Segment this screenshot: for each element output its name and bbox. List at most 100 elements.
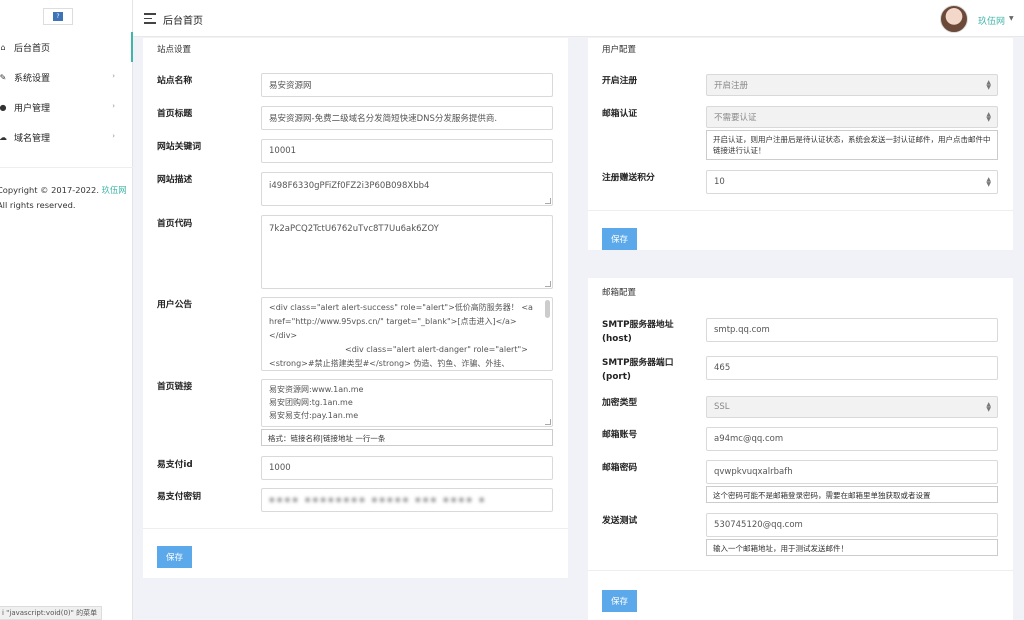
sidebar-item-label: 域名管理 — [14, 133, 51, 144]
site-settings-title: 站点设置 — [157, 45, 192, 55]
smtp-host-label: SMTP服务器地址 (host) — [602, 318, 674, 346]
pay-id-label: 易支付id — [157, 460, 193, 470]
description-textarea[interactable]: i498F6330gPFiZf0FZ2i3P60B098Xbb4 — [261, 172, 553, 206]
mail-settings-panel: 邮箱配置 SMTP服务器地址 (host) smtp.qq.com SMTP服务器… — [588, 278, 1013, 620]
sidebar-item-0[interactable]: ⌂ 后台首页 — [0, 32, 133, 62]
user-save-button[interactable]: 保存 — [602, 228, 637, 250]
home-title-input[interactable]: 易安资源网-免费二级域名分发简短快速DNS分发服务提供商. — [261, 106, 553, 130]
user-icon: ● — [0, 102, 7, 112]
status-bar-url: i "javascript:void(0)" 的菜单 — [0, 606, 103, 620]
test-label: 发送测试 — [602, 516, 638, 526]
resize-handle[interactable] — [545, 198, 551, 204]
home-icon: ⌂ — [0, 42, 6, 52]
stepper-arrows-icon[interactable]: ▲ ▼ — [986, 177, 991, 188]
link-line: 易安资源网:www.1an.me — [269, 385, 364, 394]
points-label: 注册赠送积分 — [602, 173, 655, 183]
panel-footer-divider — [588, 210, 1013, 211]
encrypt-value: SSL — [714, 402, 730, 412]
avatar[interactable] — [940, 5, 968, 33]
sidebar-item-3[interactable]: ☁ 域名管理 › — [0, 122, 133, 152]
code-label: 首页代码 — [157, 219, 193, 229]
link-line: 易安团购网:tg.1an.me — [269, 398, 353, 407]
menu-toggle-icon[interactable] — [144, 13, 156, 27]
pay-key-value: ▪▪▪▪ ▪▪▪▪▪▪▪▪ ▪▪▪▪▪ ▪▪▪ ▪▪▪▪ ▪ — [269, 495, 487, 505]
pay-id-input[interactable]: 1000 — [261, 456, 553, 480]
smtp-host-value: smtp.qq.com — [714, 325, 770, 335]
palette-icon: ✎ — [0, 72, 7, 82]
description-value: i498F6330gPFiZf0FZ2i3P60B098Xbb4 — [269, 181, 430, 191]
mail-settings-title: 邮箱配置 — [602, 288, 637, 298]
cloud-icon: ☁ — [0, 132, 7, 142]
site-name-input[interactable]: 易安资源网 — [261, 73, 553, 97]
account-value: a94mc@qq.com — [714, 434, 784, 444]
code-textarea[interactable]: 7k2aPCQ2TctU6762uTvc8T7Uu6ak6ZOY — [261, 215, 553, 289]
user-settings-panel: 用户配置 开启注册 开启注册 ▲ ▼ 邮箱认证 不需要认证 ▲ ▼ 开启认证，则用户注册… — [588, 38, 1013, 250]
notice-line: </div> — [269, 331, 298, 340]
copyright-brand-link[interactable]: 玖伍网 — [102, 185, 127, 195]
account-input[interactable]: a94mc@qq.com — [706, 427, 998, 451]
register-select[interactable]: 开启注册 ▲ ▼ — [706, 74, 998, 96]
pay-id-value: 1000 — [269, 463, 291, 473]
smtp-port-label: SMTP服务器端口 (port) — [602, 356, 674, 384]
select-arrows-icon: ▲ ▼ — [986, 111, 991, 123]
site-save-button[interactable]: 保存 — [157, 546, 192, 568]
sidebar-item-label: 后台首页 — [14, 43, 51, 54]
keywords-value: 10001 — [269, 146, 297, 156]
sidebar-item-1[interactable]: ✎ 系统设置 › — [0, 62, 133, 92]
email-verify-value: 不需要认证 — [714, 113, 757, 123]
user-settings-title: 用户配置 — [602, 45, 637, 55]
resize-handle[interactable] — [545, 281, 551, 287]
email-verify-hint: 开启认证，则用户注册后是待认证状态，系统会发送一封认证邮件，用户点击邮件中链接进… — [706, 130, 998, 160]
sidebar-item-2[interactable]: ● 用户管理 › — [0, 92, 133, 122]
resize-handle[interactable] — [545, 419, 551, 425]
notice-scrollbar[interactable] — [545, 300, 550, 318]
username-menu[interactable]: 玖伍网 — [978, 14, 1005, 27]
caret-down-icon[interactable]: ▼ — [1009, 15, 1014, 22]
notice-textarea[interactable]: <div class="alert alert-success" role="a… — [261, 297, 553, 371]
smtp-port-value: 465 — [714, 363, 731, 373]
site-name-label: 站点名称 — [157, 76, 193, 86]
mail-save-button[interactable]: 保存 — [602, 590, 637, 612]
top-header: 后台首页 玖伍网 ▼ — [133, 0, 1024, 37]
encrypt-label: 加密类型 — [602, 398, 638, 408]
email-verify-select[interactable]: 不需要认证 ▲ ▼ — [706, 106, 998, 128]
pay-key-input[interactable]: ▪▪▪▪ ▪▪▪▪▪▪▪▪ ▪▪▪▪▪ ▪▪▪ ▪▪▪▪ ▪ — [261, 488, 553, 512]
home-title-label: 首页标题 — [157, 109, 193, 119]
points-input[interactable]: 10 ▲ ▼ — [706, 170, 998, 194]
pay-key-label: 易支付密钥 — [157, 492, 201, 502]
link-line: 易安易支付:pay.1an.me — [269, 411, 359, 420]
register-label: 开启注册 — [602, 76, 638, 86]
test-email-hint: 输入一个邮箱地址，用于测试发送邮件！ — [706, 539, 998, 556]
sidebar-divider — [0, 167, 133, 168]
logo[interactable]: ? — [43, 8, 73, 25]
sidebar-item-label: 用户管理 — [14, 103, 51, 114]
smtp-host-sub: (host) — [602, 334, 632, 344]
panel-footer-divider — [588, 570, 1013, 571]
points-value: 10 — [714, 177, 725, 187]
notice-label: 用户公告 — [157, 300, 193, 310]
site-name-value: 易安资源网 — [269, 81, 312, 91]
select-arrows-icon: ▲ ▼ — [986, 79, 991, 91]
notice-line: href="http://www.95vps.cn/" target="_bla… — [269, 317, 517, 326]
smtp-port-input[interactable]: 465 — [706, 356, 998, 380]
test-email-input[interactable]: 530745120@qq.com — [706, 513, 998, 537]
smtp-host-label-text: SMTP服务器地址 — [602, 320, 674, 330]
encrypt-select[interactable]: SSL ▲ ▼ — [706, 396, 998, 418]
password-input[interactable]: qvwpkvuqxalrbafh — [706, 460, 998, 484]
keywords-input[interactable]: 10001 — [261, 139, 553, 163]
links-textarea[interactable]: 易安资源网:www.1an.me 易安团购网:tg.1an.me 易安易支付:p… — [261, 379, 553, 427]
copyright-suffix: All rights reserved. — [0, 200, 76, 210]
sidebar-nav: ⌂ 后台首页 ✎ 系统设置 › ● 用户管理 › ☁ 域名管理 › — [0, 32, 133, 152]
page-title: 后台首页 — [163, 16, 203, 27]
notice-line: <div class="alert alert-success" role="a… — [269, 303, 533, 312]
links-hint: 格式：链接名称|链接地址 一行一条 — [261, 429, 553, 446]
panel-footer-divider — [143, 528, 568, 529]
test-email-value: 530745120@qq.com — [714, 520, 803, 530]
links-label: 首页链接 — [157, 382, 193, 392]
chevron-right-icon: › — [112, 72, 115, 80]
smtp-port-label-text: SMTP服务器端口 — [602, 358, 674, 368]
sidebar: ? ⌂ 后台首页 ✎ 系统设置 › ● 用户管理 › ☁ 域名管理 › Copyright © 20… — [0, 0, 133, 620]
home-title-value: 易安资源网-免费二级域名分发简短快速DNS分发服务提供商. — [269, 114, 498, 124]
smtp-host-input[interactable]: smtp.qq.com — [706, 318, 998, 342]
code-value: 7k2aPCQ2TctU6762uTvc8T7Uu6ak6ZOY — [269, 224, 439, 234]
